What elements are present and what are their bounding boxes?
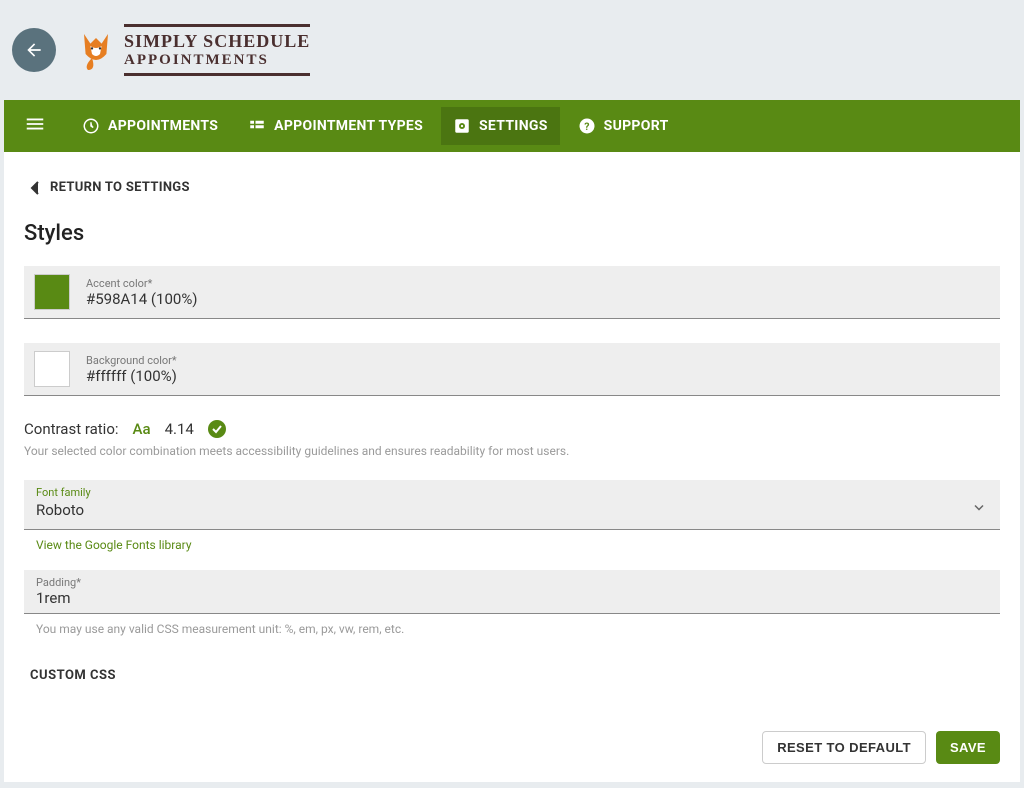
hamburger-icon <box>24 113 46 135</box>
font-family-select[interactable]: Font family Roboto <box>24 480 1000 530</box>
background-swatch[interactable] <box>34 351 70 387</box>
custom-css-heading[interactable]: CUSTOM CSS <box>30 668 1000 683</box>
nav-appointment-types[interactable]: APPOINTMENT TYPES <box>236 107 435 145</box>
list-icon <box>248 117 266 135</box>
padding-value: 1rem <box>36 589 988 607</box>
footer-buttons: RESET TO DEFAULT SAVE <box>762 731 1000 764</box>
contrast-description: Your selected color combination meets ac… <box>24 444 1000 458</box>
font-label: Font family <box>36 486 988 499</box>
nav-appointments-label: APPOINTMENTS <box>108 118 218 134</box>
padding-label: Padding* <box>36 576 988 589</box>
menu-button[interactable] <box>16 105 54 147</box>
check-icon <box>208 420 226 438</box>
nav-support-label: SUPPORT <box>604 118 669 134</box>
back-button[interactable] <box>12 28 56 72</box>
return-link[interactable]: RETURN TO SETTINGS <box>24 180 1000 195</box>
chevron-down-icon <box>974 495 984 514</box>
gear-icon <box>453 117 471 135</box>
brand-line1: SIMPLY SCHEDULE <box>124 24 310 52</box>
svg-text:?: ? <box>584 120 589 133</box>
clock-icon <box>82 117 100 135</box>
background-value: #ffffff (100%) <box>86 367 177 385</box>
nav-appointments[interactable]: APPOINTMENTS <box>70 107 230 145</box>
brand-line2: APPOINTMENTS <box>124 52 310 76</box>
nav-support[interactable]: ? SUPPORT <box>566 107 681 145</box>
accent-swatch[interactable] <box>34 274 70 310</box>
contrast-row: Contrast ratio: Aa 4.14 <box>24 420 1000 438</box>
nav-appointment-types-label: APPOINTMENT TYPES <box>274 118 423 134</box>
nav-settings[interactable]: SETTINGS <box>441 107 560 145</box>
contrast-value: 4.14 <box>165 420 194 438</box>
contrast-label: Contrast ratio: <box>24 420 119 438</box>
top-bar: SIMPLY SCHEDULE APPOINTMENTS <box>0 0 1024 100</box>
google-fonts-link[interactable]: View the Google Fonts library <box>24 530 204 560</box>
brand-logo: SIMPLY SCHEDULE APPOINTMENTS <box>76 24 310 76</box>
return-label: RETURN TO SETTINGS <box>50 180 190 195</box>
nav-settings-label: SETTINGS <box>479 118 548 134</box>
help-icon: ? <box>578 117 596 135</box>
arrow-left-icon <box>24 40 44 60</box>
fox-icon <box>76 26 116 74</box>
padding-field[interactable]: Padding* 1rem <box>24 570 1000 614</box>
chevron-left-icon <box>30 181 40 195</box>
main-nav: APPOINTMENTS APPOINTMENT TYPES SETTINGS … <box>4 100 1020 152</box>
save-button[interactable]: SAVE <box>936 731 1000 764</box>
accent-label: Accent color* <box>86 277 198 290</box>
font-value: Roboto <box>36 499 988 523</box>
background-color-field[interactable]: Background color* #ffffff (100%) <box>24 343 1000 396</box>
reset-button[interactable]: RESET TO DEFAULT <box>762 731 926 764</box>
contrast-sample: Aa <box>133 420 151 438</box>
main-content: RETURN TO SETTINGS Styles Accent color* … <box>4 152 1020 782</box>
page-title: Styles <box>24 221 1000 246</box>
padding-hint: You may use any valid CSS measurement un… <box>24 614 1000 644</box>
background-label: Background color* <box>86 354 177 367</box>
accent-color-field[interactable]: Accent color* #598A14 (100%) <box>24 266 1000 319</box>
accent-value: #598A14 (100%) <box>86 290 198 308</box>
